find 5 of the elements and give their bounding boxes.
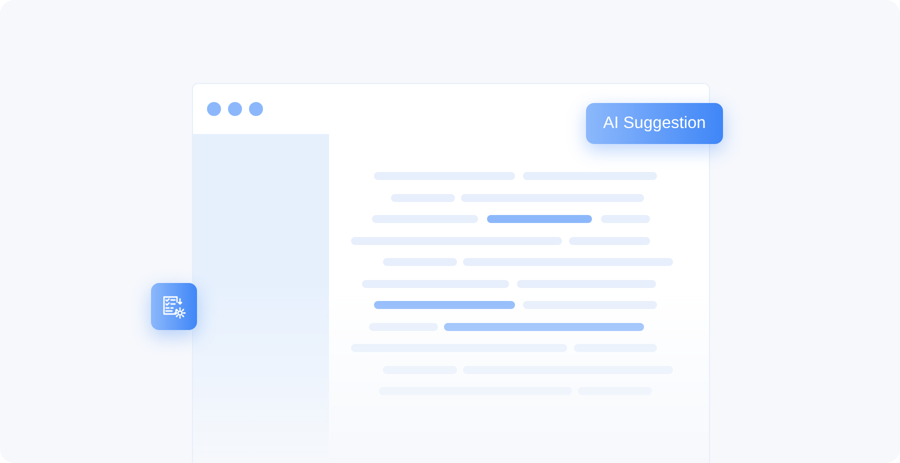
window-dot [207,102,221,116]
ai-suggestion-badge: AI Suggestion [586,103,723,144]
checklist-gear-icon [161,294,187,320]
window-dot [228,102,242,116]
window-dot [249,102,263,116]
